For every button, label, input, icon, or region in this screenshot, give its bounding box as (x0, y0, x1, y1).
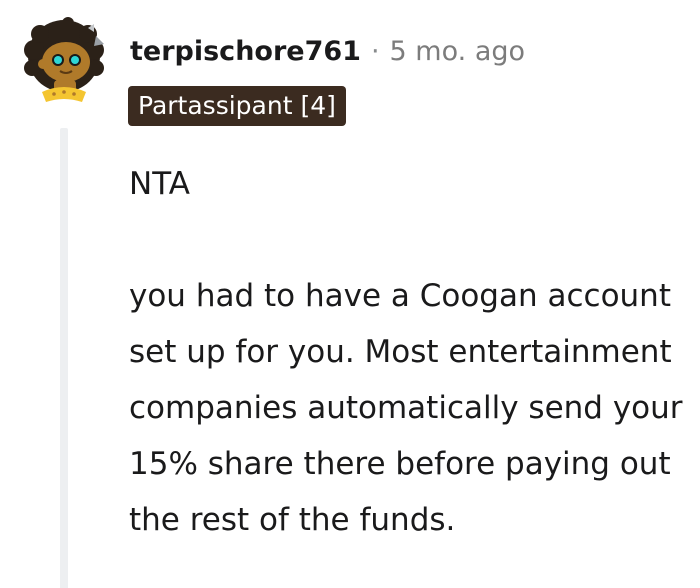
thread-line[interactable] (60, 128, 68, 588)
user-avatar[interactable] (16, 14, 112, 110)
comment-paragraph: NTA (129, 166, 190, 202)
username-link[interactable]: terpischore761 (130, 28, 361, 76)
comment-paragraph: you had to have a Coogan account set up … (129, 278, 683, 538)
meta-separator: · (370, 36, 380, 67)
timestamp-link[interactable]: 5 mo. ago (390, 28, 525, 76)
comment-body: NTA you had to have a Coogan account set… (129, 156, 689, 548)
snoo-avatar-icon (24, 17, 104, 102)
user-flair: Partassipant [4] (128, 86, 346, 126)
comment-meta: terpischore761 · 5 mo. ago (130, 28, 525, 76)
comment: terpischore761 · 5 mo. ago Partassipant … (0, 0, 700, 588)
